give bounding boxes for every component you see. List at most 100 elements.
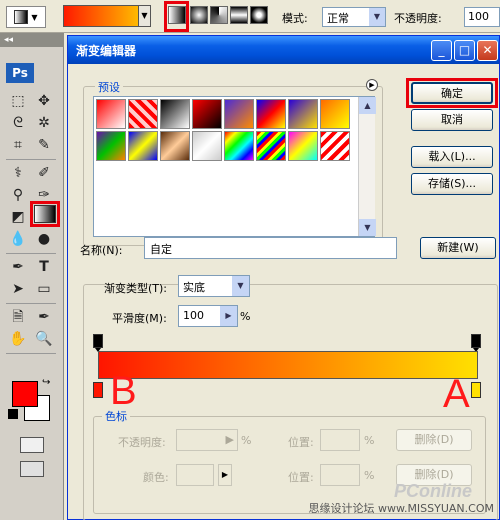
stop-opacity-input[interactable]: ▶	[176, 429, 238, 451]
move-icon[interactable]: ✥	[34, 91, 54, 111]
preset-swatch[interactable]	[256, 99, 286, 129]
presets-menu-icon[interactable]: ▶	[366, 79, 378, 91]
type-icon[interactable]: T	[34, 257, 54, 277]
swap-colors-icon[interactable]: ↪	[42, 377, 50, 388]
stop-location-input[interactable]	[320, 429, 360, 451]
smoothness-label: 平滑度(M):	[112, 312, 167, 325]
preset-swatch[interactable]	[160, 131, 190, 161]
chevron-down-icon: ▼	[369, 8, 385, 26]
slice-icon[interactable]: ✎	[34, 135, 54, 155]
preset-swatch[interactable]	[288, 131, 318, 161]
rectangle-icon[interactable]: ▭	[34, 279, 54, 299]
color-stop-right[interactable]	[471, 382, 481, 398]
preset-swatch[interactable]	[160, 99, 190, 129]
delete-opacity-stop-button[interactable]: 删除(D)	[396, 429, 472, 451]
mode-select[interactable]: 正常 ▼	[322, 7, 386, 27]
linear-gradient-icon[interactable]	[168, 6, 186, 24]
mode-label: 模式:	[282, 12, 308, 25]
stop-location2-label: 位置:	[288, 471, 314, 484]
maximize-icon[interactable]: □	[454, 40, 475, 61]
preset-swatch[interactable]	[96, 99, 126, 129]
opacity-stop-left[interactable]	[93, 334, 103, 352]
marquee-icon[interactable]: ⬚	[8, 91, 28, 111]
eyedropper-icon[interactable]: ✒	[34, 307, 54, 327]
preset-swatch[interactable]	[128, 131, 158, 161]
presets-scrollbar[interactable]: ▲ ▼	[358, 97, 376, 236]
angle-gradient-icon[interactable]	[210, 6, 228, 24]
preset-swatch[interactable]	[224, 131, 254, 161]
eraser-icon[interactable]: ◩	[8, 207, 28, 227]
new-button[interactable]: 新建(W)	[420, 237, 496, 259]
gradient-preview-bar[interactable]	[98, 351, 478, 379]
ok-button[interactable]: 确定	[411, 82, 493, 104]
opacity-stop-right[interactable]	[471, 334, 481, 352]
tool-preset-picker[interactable]: ▼	[6, 6, 46, 28]
scroll-up-icon[interactable]: ▲	[359, 97, 376, 114]
path-selection-icon[interactable]: ➤	[8, 279, 28, 299]
stop-location-unit: %	[364, 434, 375, 447]
preset-swatch[interactable]	[320, 131, 350, 161]
diamond-gradient-icon[interactable]	[250, 6, 268, 24]
radial-gradient-icon[interactable]	[190, 6, 208, 24]
stop-location2-input[interactable]	[320, 464, 360, 486]
chevron-down-icon[interactable]: ▼	[138, 6, 150, 26]
presets-list: ▲ ▼	[93, 96, 376, 237]
reflected-gradient-icon[interactable]	[230, 6, 248, 24]
preset-swatch[interactable]	[192, 99, 222, 129]
close-icon[interactable]: ✕	[477, 40, 498, 61]
color-stops-label: 色标	[102, 408, 130, 424]
stop-location-label: 位置:	[288, 436, 314, 449]
opacity-label: 不透明度:	[394, 12, 442, 25]
gradient-picker[interactable]: ▼	[63, 5, 151, 27]
chevron-right-icon: ▶	[225, 433, 234, 446]
dodge-icon[interactable]: ●	[34, 229, 54, 249]
preset-swatch[interactable]	[224, 99, 254, 129]
hand-icon[interactable]: ✋	[8, 329, 28, 349]
healing-brush-icon[interactable]: ⚕	[8, 163, 28, 183]
minimize-icon[interactable]: _	[431, 40, 452, 61]
preset-swatch[interactable]	[256, 131, 286, 161]
cancel-button[interactable]: 取消	[411, 109, 493, 131]
smoothness-value: 100	[183, 309, 204, 322]
chevron-right-icon[interactable]: ▶	[220, 306, 237, 326]
clone-stamp-icon[interactable]: ⚲	[8, 185, 28, 205]
default-colors-icon[interactable]	[8, 409, 18, 419]
preset-swatch[interactable]	[320, 99, 350, 129]
brush-icon[interactable]: ✐	[34, 163, 54, 183]
foreground-color-swatch[interactable]	[12, 381, 38, 407]
name-label: 名称(N):	[80, 244, 123, 257]
save-button[interactable]: 存储(S)...	[411, 173, 493, 195]
blur-icon[interactable]: 💧	[8, 229, 28, 249]
name-value: 自定	[150, 243, 172, 256]
pen-icon[interactable]: ✒	[8, 257, 28, 277]
preset-swatch[interactable]	[192, 131, 222, 161]
watermark-text: 思缘设计论坛 www.MISSYUAN.COM	[308, 502, 494, 515]
quick-mask-icon[interactable]	[20, 437, 44, 453]
scroll-down-icon[interactable]: ▼	[359, 219, 376, 236]
divider	[6, 253, 56, 254]
preset-swatch[interactable]	[288, 99, 318, 129]
magic-wand-icon[interactable]: ✲	[34, 113, 54, 133]
smoothness-unit: %	[240, 310, 251, 323]
gradient-type-label: 渐变类型(T):	[104, 282, 168, 295]
crop-icon[interactable]: ⌗	[8, 135, 28, 155]
preset-swatch[interactable]	[96, 131, 126, 161]
stop-color-swatch[interactable]	[176, 464, 214, 486]
load-button[interactable]: 载入(L)...	[411, 146, 493, 168]
opacity-input[interactable]: 100	[464, 7, 500, 27]
gradient-type-select[interactable]: 实底 ▼	[178, 275, 250, 297]
chevron-right-icon[interactable]: ▶	[218, 464, 232, 486]
toolbox-header[interactable]: ◂◂	[0, 33, 64, 47]
options-bar: ▼ ▼ 模式: 正常 ▼ 不透明度: 100	[0, 0, 500, 33]
divider	[6, 353, 56, 354]
notes-icon[interactable]: 🗎	[8, 307, 28, 327]
color-stop-left[interactable]	[93, 382, 103, 398]
smoothness-input[interactable]: 100 ▶	[178, 305, 238, 327]
preset-swatch[interactable]	[128, 99, 158, 129]
gradient-tool-icon[interactable]	[34, 205, 56, 223]
name-input[interactable]: 自定	[144, 237, 397, 259]
lasso-icon[interactable]: ᘓ	[8, 113, 28, 133]
zoom-icon[interactable]: 🔍	[34, 329, 54, 349]
screen-mode-icon[interactable]	[20, 461, 44, 477]
gradient-tool-icon	[14, 10, 29, 24]
